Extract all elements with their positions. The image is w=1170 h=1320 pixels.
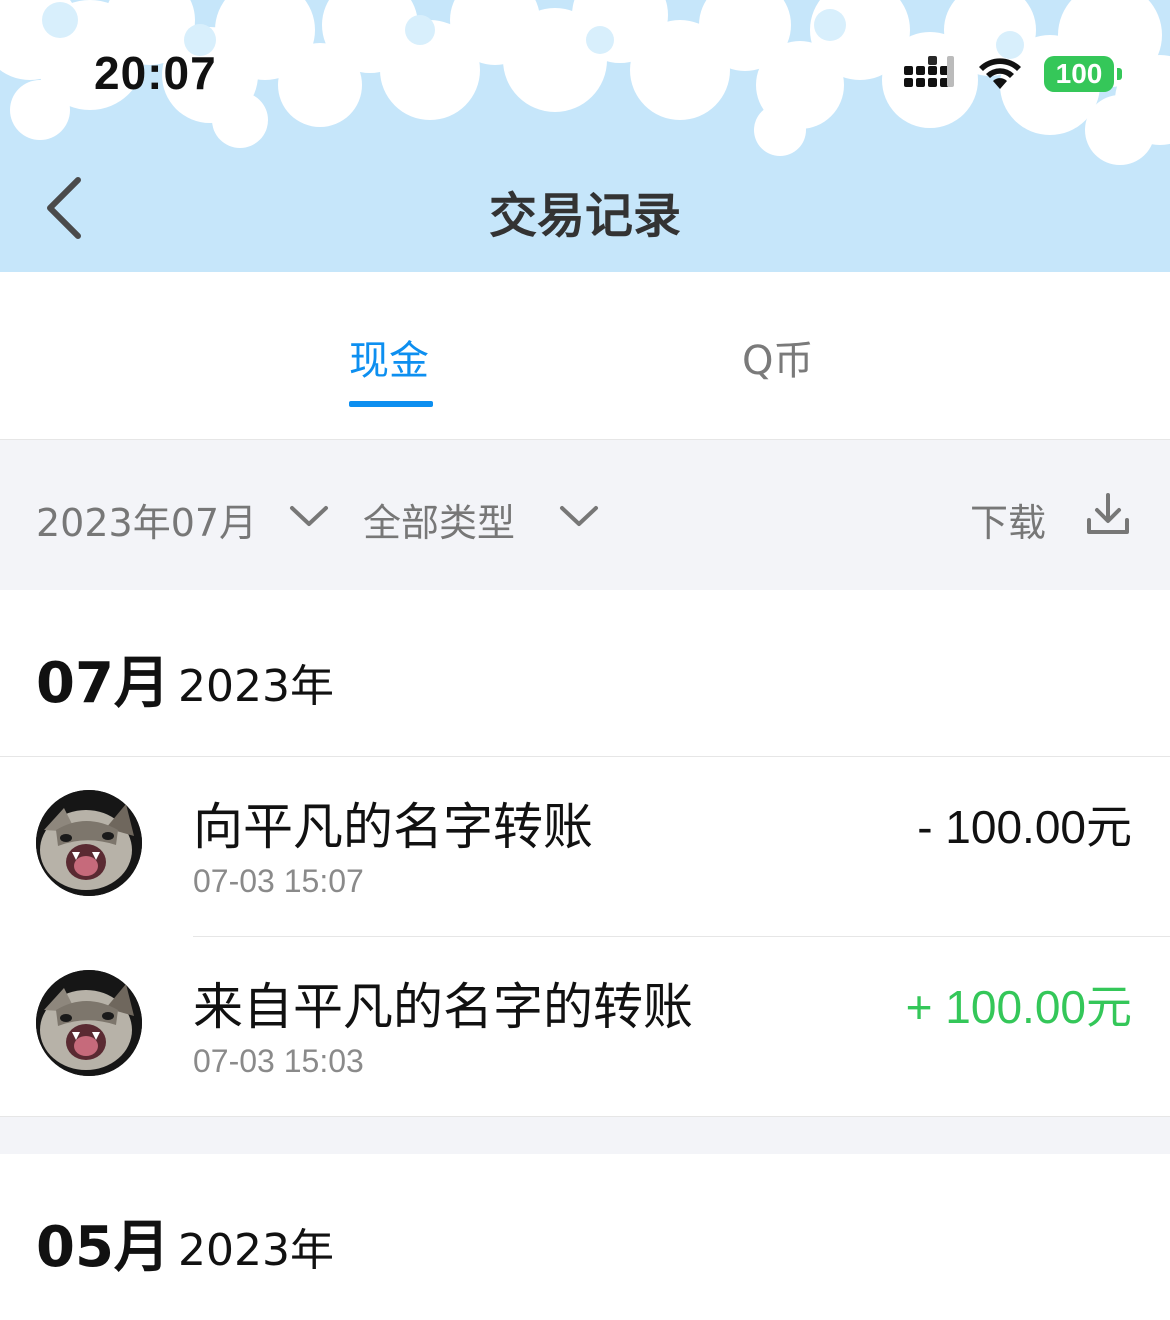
- chevron-down-icon[interactable]: [558, 502, 600, 530]
- download-button[interactable]: 下载: [970, 492, 1046, 547]
- battery-level: 100: [1055, 58, 1103, 89]
- transaction-title: 向平凡的名字转账: [193, 798, 593, 856]
- year-label: 2023年: [178, 661, 334, 712]
- transaction-row[interactable]: 来自平凡的名字的转账 07-03 15:03 + 100.00元: [0, 937, 1170, 1117]
- avatar: [36, 970, 142, 1076]
- transaction-amount: - 100.00元: [917, 801, 1132, 853]
- tab-qcoin[interactable]: Q币: [742, 328, 813, 386]
- month-label: 07月: [36, 651, 170, 716]
- month-label: 05月: [36, 1215, 170, 1280]
- month-header: 05月 2023年: [0, 1154, 1170, 1320]
- transaction-title: 来自平凡的名字的转账: [193, 978, 693, 1036]
- transaction-row[interactable]: 向平凡的名字转账 07-03 15:07 - 100.00元: [0, 757, 1170, 937]
- battery-icon: 100: [1044, 56, 1122, 92]
- month-header: 07月 2023年: [0, 590, 1170, 756]
- chevron-down-icon[interactable]: [288, 502, 330, 530]
- status-icons: 100: [904, 52, 1122, 96]
- wifi-icon: [979, 58, 1021, 89]
- year-label: 2023年: [178, 1225, 334, 1276]
- transaction-amount: + 100.00元: [905, 981, 1132, 1033]
- app-header: 20:07 100 交易记录: [0, 0, 1170, 272]
- transaction-time: 07-03 15:07: [193, 863, 364, 899]
- status-time: 20:07: [94, 47, 217, 99]
- tab-cash[interactable]: 现金: [349, 328, 429, 386]
- date-filter[interactable]: 2023年07月: [36, 492, 257, 547]
- type-filter[interactable]: 全部类型: [363, 492, 515, 547]
- page-title: 交易记录: [488, 188, 681, 244]
- battery-tip: [1117, 68, 1122, 80]
- tab-bar: 现金 Q币: [0, 272, 1170, 440]
- section-gap: [0, 1116, 1170, 1154]
- signal-icon: [904, 56, 954, 87]
- cloud-decoration: [0, 0, 1170, 165]
- avatar: [36, 790, 142, 896]
- active-tab-indicator: [349, 401, 433, 407]
- transaction-time: 07-03 15:03: [193, 1043, 364, 1079]
- filter-bar: 2023年07月 全部类型 下载: [0, 440, 1170, 590]
- download-icon[interactable]: [1086, 492, 1130, 536]
